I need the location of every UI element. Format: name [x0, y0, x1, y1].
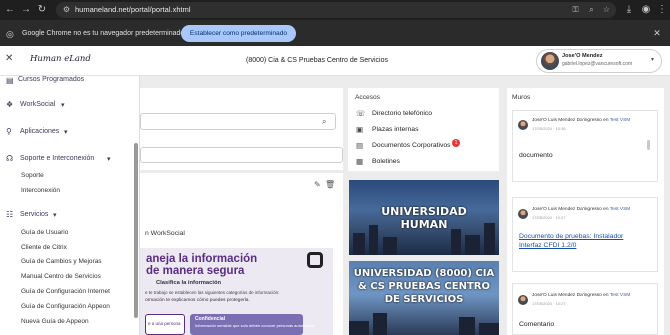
banner-card-confidential-title: Confidencial	[195, 316, 226, 322]
chrome-icon: ◎	[6, 29, 14, 39]
services-icon: ☷	[6, 210, 14, 219]
post-author: Jose'O Luis Mendez Da'ingresso en Test V…	[532, 118, 631, 123]
avatar	[518, 120, 528, 130]
user-email: gabriel.lopez@vancuresoft.com	[562, 61, 633, 67]
img2-line1: UNIVERSIDAD (8000) CIA	[353, 268, 495, 279]
banner-heading-1: aneja la información	[146, 253, 258, 265]
forward-icon[interactable]: →	[20, 4, 32, 16]
post-date: 17/05/2024 · 10:36	[532, 126, 566, 131]
sidebar-item-servicios[interactable]: Servicios	[20, 211, 48, 218]
banner-card-confidential-text: Información sensible que solo deben cono…	[195, 323, 315, 328]
sidebar-item-worksocial[interactable]: WorkSocial	[20, 101, 55, 108]
post-text: Comentario	[519, 321, 555, 328]
sidebar-subitem[interactable]: Nueva Guía de Appeon	[21, 318, 89, 325]
post-author: Jose'O Luis Mendez Da'ingresso en Test V…	[532, 207, 631, 212]
banner-subtitle: Clasifica la información	[156, 280, 222, 286]
sidebar-subitem[interactable]: Guía de Configuración Internet	[21, 288, 110, 295]
back-icon[interactable]: ←	[4, 4, 16, 16]
sidebar-subitem[interactable]: Manual Centro de Servicios	[21, 273, 101, 280]
avatar	[518, 209, 528, 219]
acceso-documentos[interactable]: Documentos Corporativos	[372, 142, 451, 149]
headset-icon: ☊	[6, 154, 14, 163]
post-text: documento	[519, 152, 553, 159]
sidebar-item-aplicaciones[interactable]: Aplicaciones	[20, 128, 59, 135]
sidebar-subitem[interactable]: Guía de Cambios y Mejoras	[21, 258, 102, 265]
sidebar-subitem[interactable]: Guía de Usuario	[21, 229, 68, 236]
chevron-down-icon[interactable]: ▾	[107, 155, 111, 163]
sidebar-subitem[interactable]: Cliente de Citrix	[21, 244, 67, 251]
page-title: (8000) Cia & CS Pruebas Centro de Servic…	[246, 57, 389, 64]
banner-logo-icon	[307, 252, 323, 268]
sidebar-item-cursos[interactable]: Cursos Programados	[18, 76, 84, 83]
logo[interactable]: Human eLand	[30, 54, 91, 64]
sidebar-subitem-interconexion[interactable]: Interconexión	[21, 187, 60, 194]
banner-text: e te trabajo se establecen las siguiente…	[145, 290, 280, 295]
user-name: Jose'O Mendez	[562, 53, 603, 59]
acceso-boletines[interactable]: Boletines	[372, 158, 400, 165]
documents-icon: ▤	[356, 141, 364, 150]
acceso-plazas[interactable]: Plazas internas	[372, 126, 418, 133]
bookmark-star-icon[interactable]: ☆	[601, 4, 612, 15]
muros-title: Muros	[512, 94, 531, 101]
download-icon[interactable]: ⤓	[623, 4, 635, 16]
post-scrollbar[interactable]	[647, 140, 650, 150]
sidebar-scrollbar[interactable]	[134, 143, 138, 318]
briefcase-icon: ▣	[356, 125, 364, 134]
sidebar-subitem-soporte[interactable]: Soporte	[21, 172, 44, 179]
img2-line2: & CS PRUEBAS CENTRO	[358, 281, 490, 292]
notification-badge: 1	[452, 139, 460, 147]
avatar	[541, 52, 559, 70]
sidebar-item-soporte[interactable]: Soporte e Interconexión	[20, 155, 94, 162]
post-date: 17/05/2024 · 10:27	[532, 215, 566, 220]
post-date: 17/05/2024 · 10:27	[532, 301, 566, 306]
post-link[interactable]: Documento de pruebas: Instalador	[519, 233, 623, 240]
newsletter-icon: ▦	[356, 157, 364, 166]
phone-directory-icon: ☏	[356, 109, 366, 118]
courses-icon: ▤	[6, 76, 14, 85]
avatar	[518, 295, 528, 305]
search-icon[interactable]: ⌕	[322, 117, 326, 127]
chevron-down-icon[interactable]: ▾	[64, 128, 68, 136]
profile-icon[interactable]: ◉	[640, 4, 652, 16]
text-field[interactable]	[140, 147, 343, 163]
url-text: humaneland.net/portal/portal.xhtml	[75, 5, 191, 14]
banner-heading-2: de manera segura	[146, 265, 245, 277]
img1-line1: UNIVERSIDAD	[381, 205, 467, 218]
close-sidebar-icon[interactable]: ✕	[5, 53, 13, 64]
search-input[interactable]	[140, 113, 336, 130]
key-icon[interactable]: ⚿	[570, 4, 581, 15]
chevron-down-icon[interactable]: ▾	[651, 56, 654, 63]
acceso-directorio[interactable]: Directorio telefónico	[372, 110, 432, 117]
worksocial-text: n WorkSocial	[145, 230, 185, 237]
accesos-title: Accesos	[355, 94, 380, 101]
close-icon[interactable]: ✕	[652, 28, 662, 38]
img2-line3: DE SERVICIOS	[384, 294, 464, 305]
post-link[interactable]: Interfaz CFDI 1.2/0	[519, 242, 576, 249]
sidebar	[0, 76, 140, 335]
edit-icon[interactable]: ✎	[314, 180, 321, 189]
zoom-icon[interactable]: ⌕	[586, 4, 597, 15]
img1-line2: HUMAN	[400, 218, 448, 231]
trash-icon[interactable]: 🗑	[325, 180, 335, 189]
banner-text-2: ormación te explicamos cómo puedes prote…	[145, 298, 250, 303]
banner-card-public-text: e a una persona	[148, 321, 181, 326]
chevron-down-icon[interactable]: ▾	[53, 211, 57, 219]
infobar-message: Google Chrome no es tu navegador predete…	[22, 30, 185, 37]
worksocial-icon: ❖	[6, 100, 14, 109]
chevron-down-icon[interactable]: ▾	[61, 101, 65, 109]
set-default-button[interactable]: Establecer como predeterminado	[181, 25, 296, 42]
menu-icon[interactable]: ⋮	[656, 4, 668, 16]
apps-icon: ⚲	[6, 127, 12, 136]
sidebar-subitem[interactable]: Guía de Configuración Appeon	[21, 303, 110, 310]
post-author: Jose'O Luis Mendez Da'ingresso en Test V…	[532, 293, 631, 298]
reload-icon[interactable]: ↻	[36, 4, 48, 16]
site-info-icon[interactable]: ⚙	[61, 4, 72, 15]
